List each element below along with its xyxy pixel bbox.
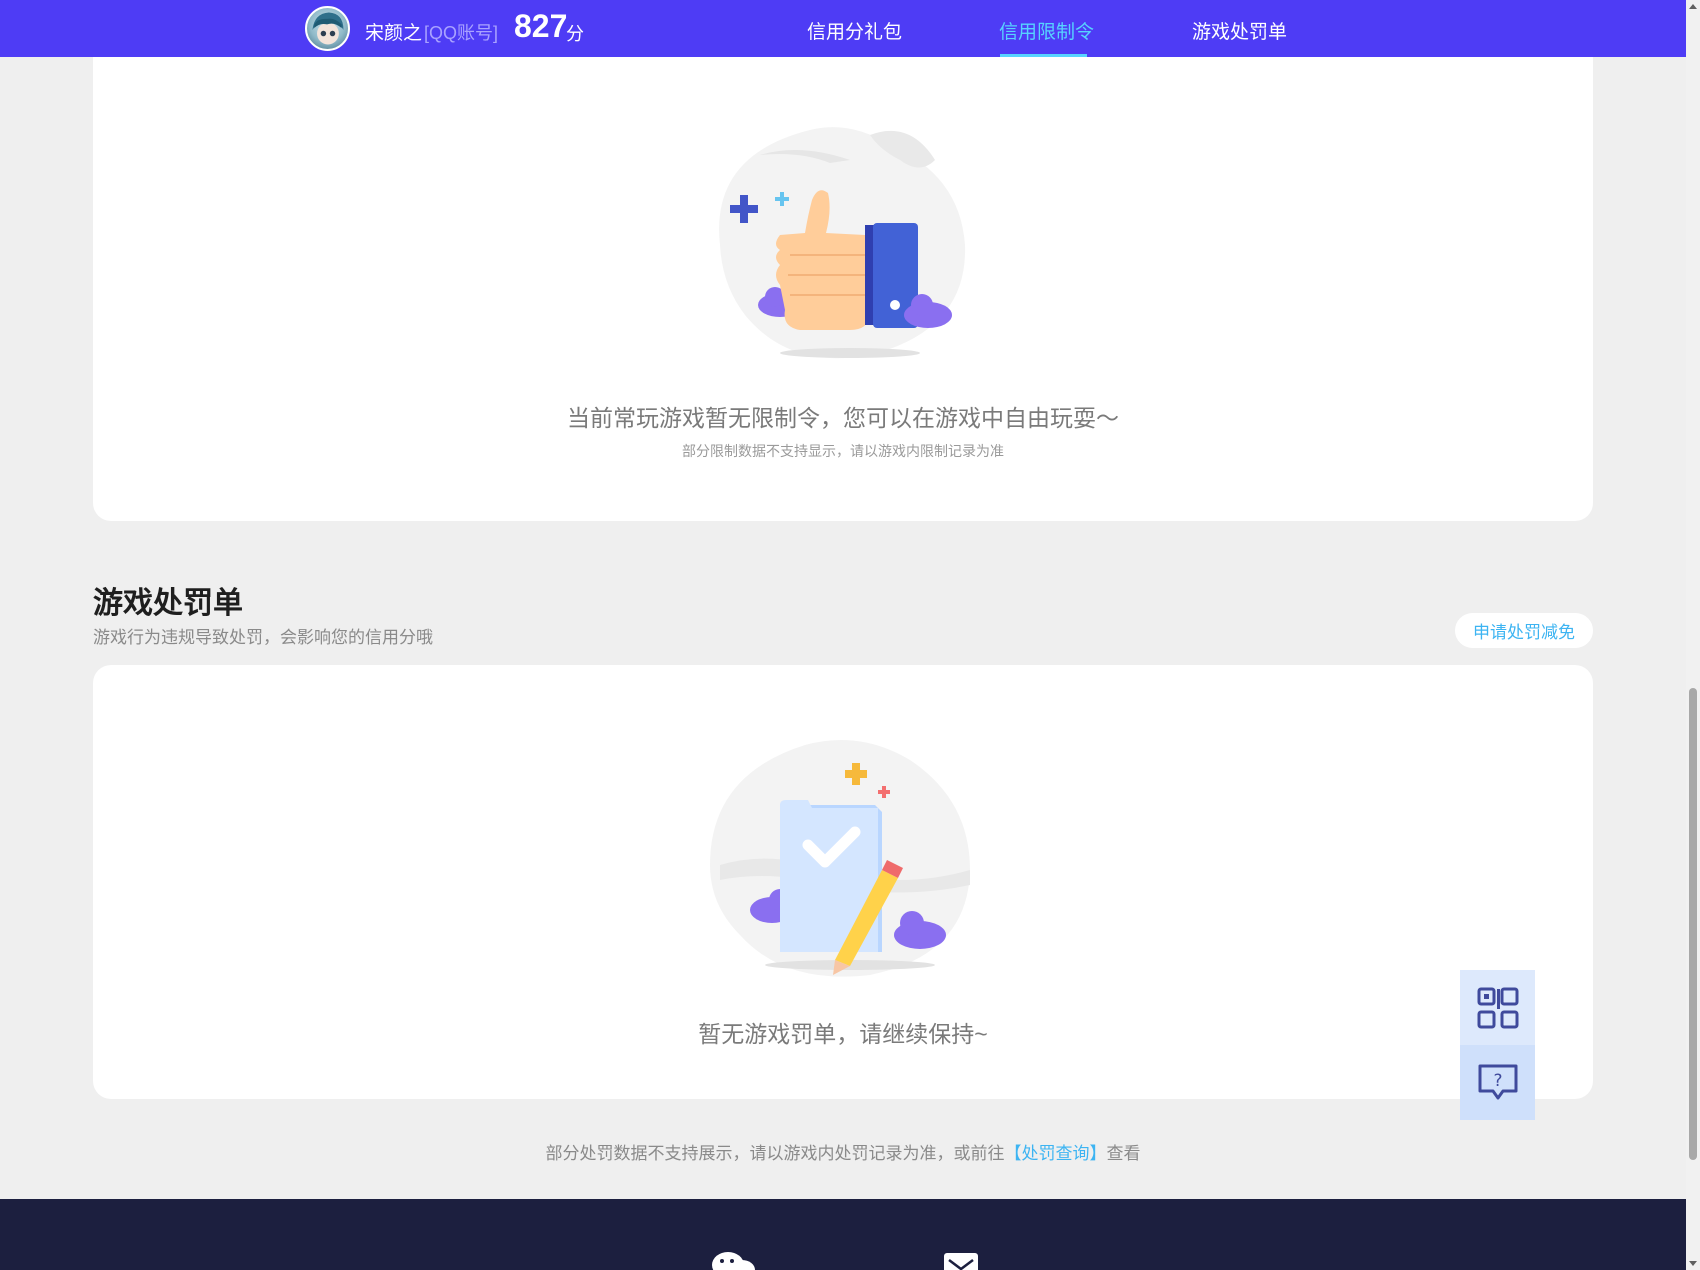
help-button[interactable]: ? [1460,1045,1535,1120]
apply-penalty-reduction-button[interactable]: 申请处罚减免 [1455,613,1593,648]
restriction-empty-note: 部分限制数据不支持显示，请以游戏内限制记录为准 [682,443,1004,459]
thumbs-up-illustration [719,127,966,359]
mail-icon[interactable] [943,1252,979,1270]
wechat-icon[interactable] [710,1250,758,1270]
footer-note-suffix: 查看 [1106,1144,1141,1163]
nav-credit-gift[interactable]: 信用分礼包 [807,17,902,44]
checklist-pencil-illustration [710,740,970,977]
avatar-image [312,12,344,45]
credit-score: 827 [514,8,568,44]
nav-game-penalty[interactable]: 游戏处罚单 [1192,17,1287,44]
nav-credit-restriction[interactable]: 信用限制令 [999,17,1094,44]
floating-toolbar: ? [1460,970,1535,1120]
qr-code-icon [1477,987,1518,1028]
account-tag: [QQ账号] [424,23,499,43]
svg-text:?: ? [1493,1071,1502,1091]
user-name: 宋颜之 [365,23,423,44]
score-unit: 分 [566,24,584,44]
active-tab-indicator [1000,54,1087,57]
restriction-empty-message: 当前常玩游戏暂无限制令，您可以在游戏中自由玩耍～ [567,405,1119,431]
penalty-query-link[interactable]: 【处罚查询】 [1005,1144,1107,1163]
section-title: 游戏处罚单 [93,587,243,620]
top-bar: 宋颜之 [QQ账号] 827 分 信用分礼包 信用限制令 游戏处罚单 [0,0,1686,57]
scrollbar-thumb[interactable] [1689,688,1697,1160]
footer-note: 部分处罚数据不支持展示，请以游戏内处罚记录为准，或前往【处罚查询】查看 [0,1139,1686,1164]
page-footer [0,1199,1686,1270]
footer-note-prefix: 部分处罚数据不支持展示，请以游戏内处罚记录为准，或前往 [545,1144,1005,1163]
qr-code-button[interactable] [1460,970,1535,1045]
penalty-empty-message: 暂无游戏罚单，请继续保持~ [698,1021,988,1047]
scroll-down-icon[interactable] [1689,1259,1697,1267]
section-subtitle: 游戏行为违规导致处罚，会影响您的信用分哦 [93,628,433,647]
help-chat-icon: ? [1478,1064,1517,1099]
avatar[interactable] [305,6,350,51]
scroll-up-icon[interactable] [1689,3,1697,11]
